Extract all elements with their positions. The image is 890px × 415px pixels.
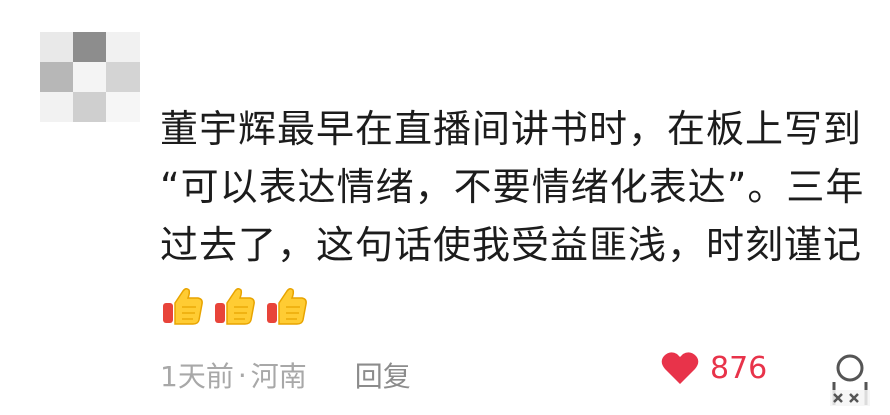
comment-text-line: 董宇辉最早在直播间讲书时，在板上写到 (160, 107, 863, 151)
comment-text: 董宇辉最早在直播间讲书时，在板上写到 “可以表达情绪，不要情绪化表达”。三年 过… (160, 100, 865, 274)
comment-card: 董宇辉最早在直播间讲书时，在板上写到 “可以表达情绪，不要情绪化表达”。三年 过… (0, 0, 890, 415)
avatar-pixel (40, 32, 74, 62)
avatar-pixel (73, 62, 107, 92)
avatar-pixel (40, 92, 74, 122)
avatar-pixel (106, 62, 140, 92)
thumbs-up-icon (215, 287, 255, 325)
avatar-pixel (106, 32, 140, 62)
watermark-logo-icon (830, 354, 870, 406)
heart-icon (661, 352, 699, 384)
thumbs-up-icon (163, 287, 203, 325)
reply-button[interactable]: 回复 (355, 355, 411, 395)
avatar[interactable] (40, 32, 140, 122)
avatar-pixel (73, 92, 107, 122)
like-button[interactable]: 876 (660, 350, 767, 386)
comment-text-line: 过去了，这句话使我受益匪浅，时刻谨记 (160, 223, 863, 267)
avatar-pixel (106, 92, 140, 122)
emoji-row (160, 283, 310, 333)
avatar-pixel (73, 32, 107, 62)
thumbs-up-icon (267, 287, 307, 325)
avatar-pixel (40, 62, 74, 92)
comment-meta: 1天前 · 河南 回复 (160, 355, 411, 395)
comment-text-line: “可以表达情绪，不要情绪化表达”。三年 (160, 165, 865, 209)
meta-separator: · (237, 358, 247, 392)
comment-time: 1天前 (160, 360, 234, 393)
like-count: 876 (710, 350, 768, 386)
comment-location: 河南 (250, 360, 307, 393)
